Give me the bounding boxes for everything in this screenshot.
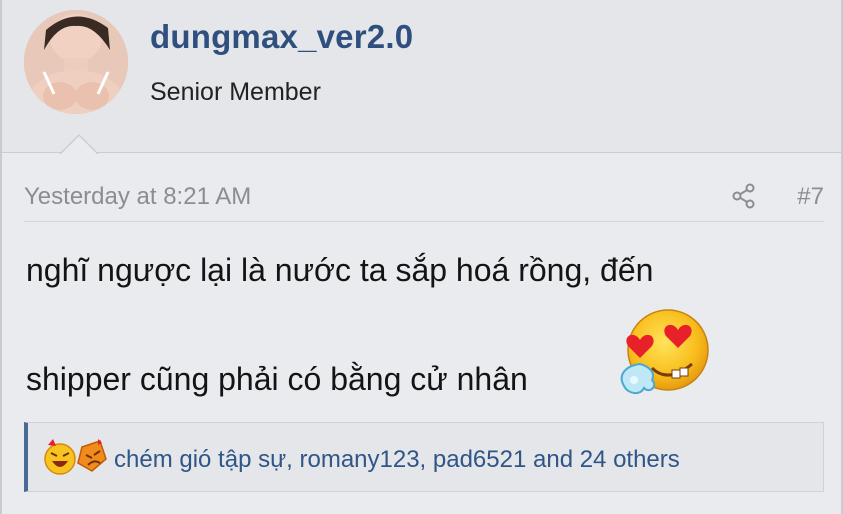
message-line-2: shipper cũng phải có bằng cử nhân — [26, 361, 528, 397]
message-line-1: nghĩ ngược lại là nước ta sắp hoá rồng, … — [26, 252, 654, 288]
avatar[interactable] — [24, 10, 128, 114]
angry-emoji-icon — [77, 440, 107, 472]
avatar-image — [24, 10, 128, 114]
user-title: Senior Member — [150, 78, 321, 106]
heart-eyes-drooling-icon — [610, 306, 714, 402]
post-container: dungmax_ver2.0 Senior Member Yesterday a… — [0, 0, 843, 514]
post-timestamp[interactable]: Yesterday at 8:21 AM — [24, 183, 251, 211]
post-meta-bar: Yesterday at 8:21 AM #7 — [24, 182, 824, 222]
share-icon[interactable] — [730, 182, 758, 210]
header-pointer-fill — [60, 136, 98, 155]
reactions-bar[interactable]: chém gió tập sự, romany123, pad6521 and … — [24, 422, 824, 492]
reaction-users-link[interactable]: chém gió tập sự, romany123, pad6521 and … — [114, 446, 680, 474]
user-header: dungmax_ver2.0 Senior Member — [2, 0, 841, 153]
post-number-link[interactable]: #7 — [797, 183, 824, 211]
username[interactable]: dungmax_ver2.0 — [150, 18, 413, 56]
laughing-emoji-icon — [44, 443, 76, 475]
reaction-icons — [42, 437, 110, 477]
